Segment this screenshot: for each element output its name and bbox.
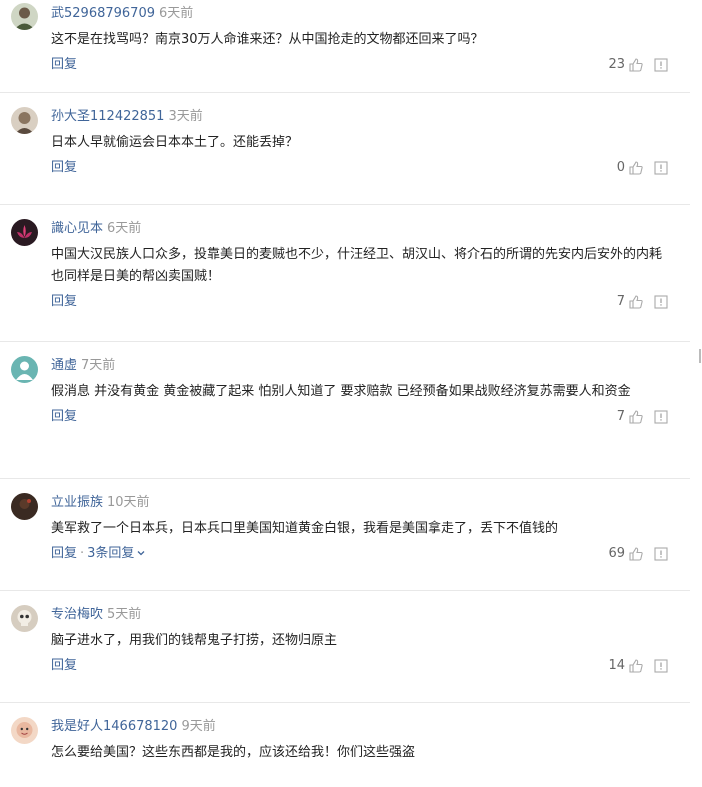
comment-item: 专治梅吹 5天前 脑子进水了，用我们的钱帮鬼子打捞，还物归原主 回复 14 (0, 591, 690, 703)
separator: · (80, 546, 85, 561)
avatar-dark-photo-icon[interactable] (11, 493, 38, 520)
reply-button[interactable]: 回复 (51, 160, 77, 175)
avatar-man-photo-icon[interactable] (11, 3, 38, 30)
timestamp: 6天前 (158, 6, 194, 21)
username[interactable]: 孙大圣112422851 (51, 109, 164, 124)
username[interactable]: 我是好人146678120 (51, 719, 177, 734)
comment-text: 中国大汉民族人口众多，投靠美日的麦贼也不少，什汪经卫、胡汉山、将介石的所谓的先安… (51, 247, 663, 284)
avatar-default-teal-icon[interactable] (11, 356, 38, 383)
comment-text: 日本人早就偷运会日本本土了。还能丢掉？ (51, 135, 299, 150)
avatar-cartoon-icon[interactable] (11, 717, 38, 744)
avatar-portrait-icon[interactable] (11, 107, 38, 134)
report-icon[interactable] (654, 295, 668, 309)
timestamp: 5天前 (107, 607, 142, 622)
thumbs-up-icon[interactable] (628, 546, 644, 562)
reply-button[interactable]: 回复 (51, 409, 77, 424)
comment-list: 武52968796709 6天前 这不是在找骂吗？南京30万人命谁来还？从中国抢走… (0, 0, 690, 787)
comment-item: 通虚 7天前 假消息 并没有黄金 黄金被藏了起来 怕别人知道了 要求赔款 已经预备… (0, 342, 690, 479)
thumbs-up-icon[interactable] (628, 294, 644, 310)
report-icon[interactable] (654, 58, 668, 72)
view-replies-button[interactable]: 3条回复 (87, 546, 146, 561)
avatar-lotus-icon[interactable] (11, 219, 38, 246)
comment-item: 孙大圣112422851 3天前 日本人早就偷运会日本本土了。还能丢掉？ 回复 0 (0, 93, 690, 205)
username[interactable]: 通虚 (51, 358, 77, 373)
comment-item: 武52968796709 6天前 这不是在找骂吗？南京30万人命谁来还？从中国抢走… (0, 0, 690, 93)
username[interactable]: 专治梅吹 (51, 607, 103, 622)
replies-count: 3条回复 (87, 546, 135, 561)
like-count: 23 (608, 57, 625, 72)
username[interactable]: 立业振族 (51, 495, 103, 510)
comment-text: 这不是在找骂吗？南京30万人命谁来还？从中国抢走的文物都还回来了吗？ (51, 32, 484, 47)
timestamp: 3天前 (168, 109, 203, 124)
scrollbar-indicator[interactable] (699, 349, 701, 363)
timestamp: 10天前 (107, 495, 150, 510)
avatar-skull-icon[interactable] (11, 605, 38, 632)
like-count: 7 (616, 294, 625, 309)
comment-text: 脑子进水了，用我们的钱帮鬼子打捞，还物归原主 (51, 633, 338, 648)
thumbs-up-icon[interactable] (628, 409, 644, 425)
report-icon[interactable] (654, 659, 668, 673)
reply-button[interactable]: 回复 (51, 658, 77, 673)
thumbs-up-icon[interactable] (628, 57, 644, 73)
thumbs-up-icon[interactable] (628, 160, 644, 176)
timestamp: 6天前 (107, 221, 142, 236)
comment-item: 識心见本 6天前 中国大汉民族人口众多，投靠美日的麦贼也不少，什汪经卫、胡汉山、将… (0, 205, 690, 342)
username[interactable]: 識心见本 (51, 221, 103, 236)
username[interactable]: 武52968796709 (51, 6, 155, 21)
comment-text: 美军救了一个日本兵，日本兵口里美国知道黄金白银，我看是美国拿走了，丢下不值钱的 (51, 521, 559, 536)
comment-item: 我是好人146678120 9天前 怎么要给美国？这些东西都是我的，应该还给我！你… (0, 703, 690, 787)
report-icon[interactable] (654, 547, 668, 561)
report-icon[interactable] (654, 410, 668, 424)
timestamp: 7天前 (81, 358, 116, 373)
thumbs-up-icon[interactable] (628, 658, 644, 674)
like-count: 69 (608, 546, 625, 561)
like-count: 14 (608, 658, 625, 673)
like-count: 7 (616, 409, 625, 424)
reply-button[interactable]: 回复 (51, 546, 77, 561)
comment-text: 怎么要给美国？这些东西都是我的，应该还给我！你们这些强盗 (51, 745, 416, 760)
timestamp: 9天前 (181, 719, 216, 734)
chevron-down-icon (137, 551, 145, 556)
comment-item: 立业振族 10天前 美军救了一个日本兵，日本兵口里美国知道黄金白银，我看是美国拿走… (0, 479, 690, 591)
reply-button[interactable]: 回复 (51, 57, 77, 72)
like-count: 0 (616, 160, 625, 175)
report-icon[interactable] (654, 161, 668, 175)
reply-button[interactable]: 回复 (51, 294, 77, 309)
comment-text: 假消息 并没有黄金 黄金被藏了起来 怕别人知道了 要求赔款 已经预备如果战败经济… (51, 384, 631, 399)
